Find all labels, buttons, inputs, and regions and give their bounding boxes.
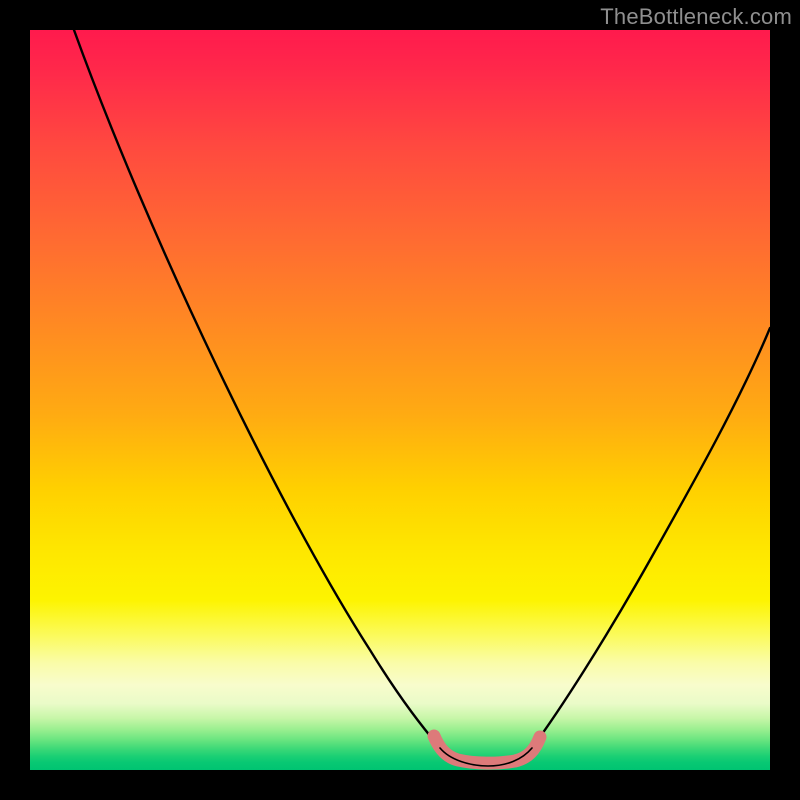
trough-marker	[434, 736, 540, 763]
chart-frame: TheBottleneck.com	[0, 0, 800, 800]
curve-left-branch	[74, 30, 440, 748]
watermark-text: TheBottleneck.com	[600, 4, 792, 30]
plot-area	[30, 30, 770, 770]
bottleneck-curve	[30, 30, 770, 770]
curve-right-branch	[532, 328, 770, 748]
